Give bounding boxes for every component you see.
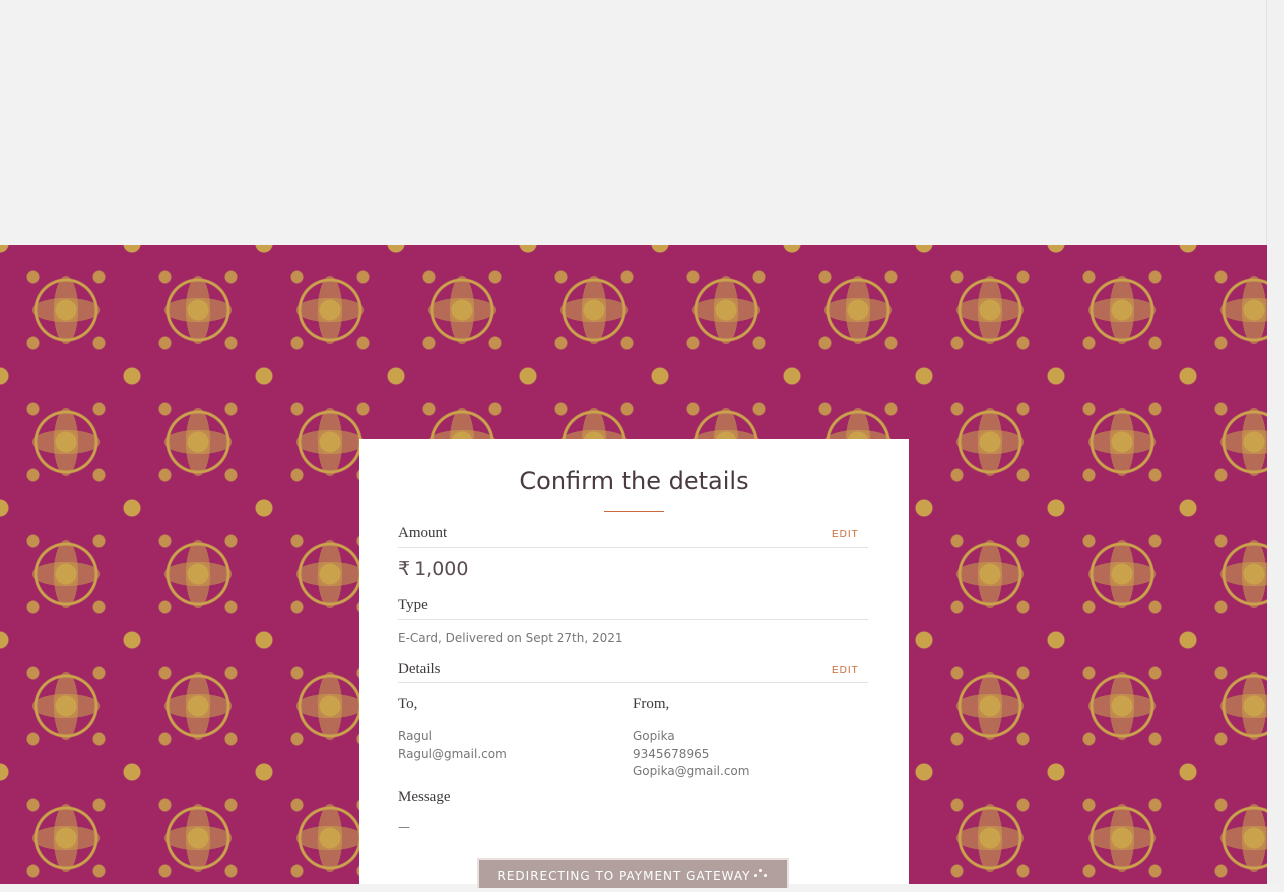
type-value: E-Card, Delivered on Sept 27th, 2021: [398, 631, 623, 645]
payment-button-label: REDIRECTING TO PAYMENT GATEWAY: [497, 869, 751, 883]
type-label: Type: [398, 597, 428, 613]
type-divider: [398, 619, 868, 620]
message-label: Message: [398, 789, 451, 805]
page-scrollbar[interactable]: [1266, 0, 1284, 884]
confirm-details-card: Confirm the details Amount EDIT ₹1,000 T…: [359, 439, 909, 888]
recipient-email: Ragul@gmail.com: [398, 747, 507, 761]
rupee-icon: ₹: [398, 558, 411, 580]
details-label: Details: [398, 661, 441, 677]
loading-spinner-icon: [754, 869, 768, 881]
from-heading: From,: [633, 696, 670, 712]
sender-email: Gopika@gmail.com: [633, 764, 750, 778]
amount-divider: [398, 547, 868, 548]
page-title: Confirm the details: [519, 467, 749, 495]
sender-phone: 9345678965: [633, 747, 710, 761]
recipient-name: Ragul: [398, 729, 432, 743]
to-heading: To,: [398, 696, 418, 712]
details-divider: [398, 682, 868, 683]
amount-value: 1,000: [414, 558, 469, 580]
sender-name: Gopika: [633, 729, 675, 743]
amount-label: Amount: [398, 525, 448, 541]
title-underline: [604, 511, 664, 512]
amount-value-row: ₹1,000: [398, 558, 469, 580]
edit-details-button[interactable]: EDIT: [832, 665, 859, 676]
top-blank-area: [0, 0, 1284, 245]
edit-amount-button[interactable]: EDIT: [832, 529, 859, 540]
message-value: —: [398, 820, 410, 834]
